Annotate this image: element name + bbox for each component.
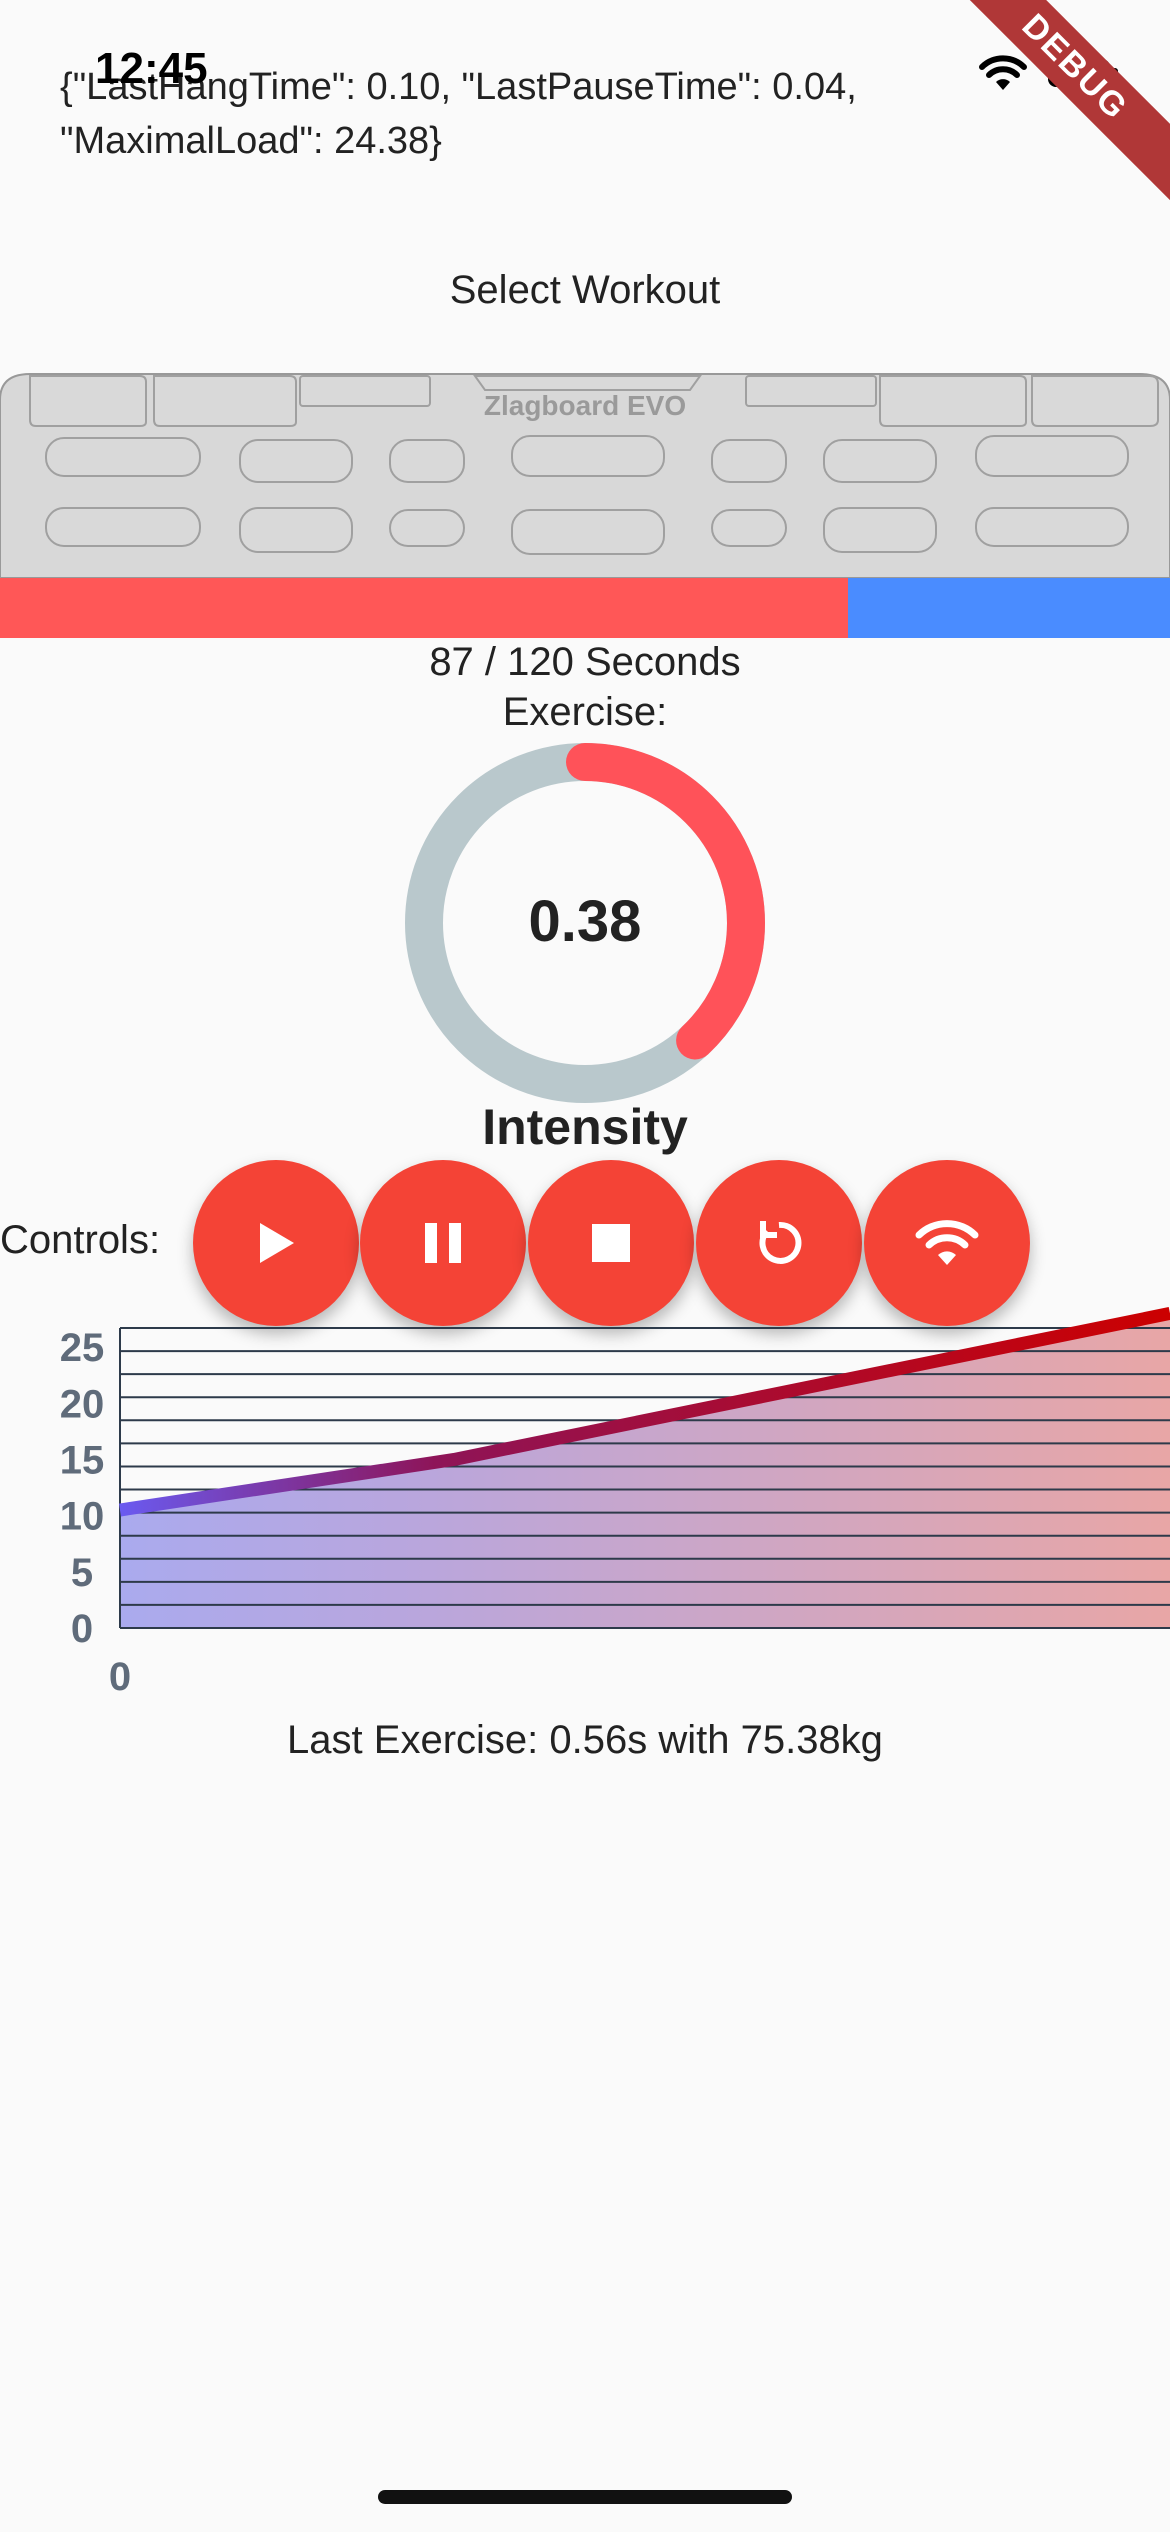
gauge-value: 0.38 bbox=[529, 889, 642, 954]
controls-label: Controls: bbox=[0, 1218, 161, 1262]
last-exercise-summary: Last Exercise: 0.56s with 75.38kg bbox=[287, 1718, 883, 1762]
load-chart: 0 5 10 15 20 25 0 bbox=[60, 1307, 1170, 1699]
workout-progress-bar bbox=[0, 578, 1170, 638]
chart-y-tick-label: 5 bbox=[71, 1551, 93, 1595]
home-indicator bbox=[378, 2490, 792, 2504]
hangboard-image[interactable]: Zlagboard EVO bbox=[0, 370, 1170, 580]
chart-x-tick-label: 0 bbox=[109, 1655, 131, 1699]
json-output-line-2: "MaximalLoad": 24.38} bbox=[60, 120, 442, 162]
chart-area bbox=[120, 1313, 1170, 1628]
intensity-label: Intensity bbox=[482, 1099, 688, 1155]
exercise-label: Exercise: bbox=[502, 690, 668, 734]
stop-icon bbox=[592, 1224, 630, 1262]
seconds-counter: 87 / 120 Seconds bbox=[429, 640, 741, 684]
wifi-icon bbox=[915, 1220, 979, 1265]
intensity-gauge: 0.38 bbox=[405, 743, 765, 1103]
wifi-icon bbox=[979, 55, 1027, 90]
chart-y-tick-label: 25 bbox=[60, 1326, 105, 1370]
status-time: 12:45 bbox=[95, 44, 208, 93]
chart-y-tick-label: 0 bbox=[71, 1607, 93, 1651]
debug-banner: DEBUG bbox=[939, 0, 1170, 203]
chart-y-tick-label: 10 bbox=[60, 1495, 105, 1539]
chart-y-tick-label: 15 bbox=[60, 1438, 105, 1482]
pause-icon bbox=[425, 1223, 461, 1263]
hangboard-label: Zlagboard EVO bbox=[484, 390, 686, 421]
reset-icon bbox=[759, 1221, 802, 1264]
chart-y-tick-label: 20 bbox=[60, 1382, 105, 1426]
workout-progress-fill bbox=[0, 578, 849, 638]
select-workout-button[interactable]: Select Workout bbox=[0, 268, 1170, 313]
play-icon bbox=[260, 1223, 294, 1263]
